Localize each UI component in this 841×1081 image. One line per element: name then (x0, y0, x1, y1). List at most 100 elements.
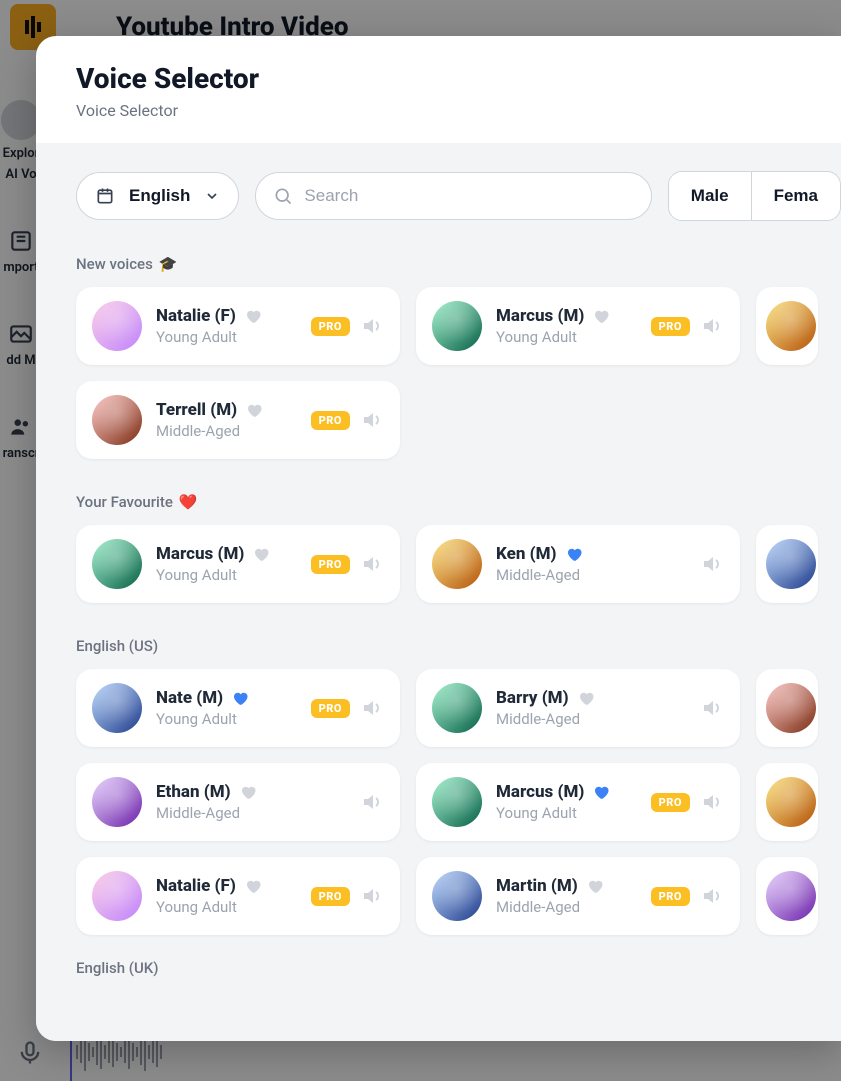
avatar (92, 777, 142, 827)
avatar (432, 301, 482, 351)
avatar (432, 539, 482, 589)
speaker-icon[interactable] (700, 696, 724, 720)
voice-age: Young Adult (496, 328, 637, 346)
language-dropdown[interactable]: English (76, 172, 239, 220)
speaker-icon[interactable] (360, 314, 384, 338)
voice-card[interactable]: Marcus (M) Young Adult PRO (76, 525, 400, 603)
avatar (766, 871, 816, 921)
voice-name: Barry (M) (496, 688, 569, 708)
voice-card[interactable]: Barry (M) Middle-Aged (416, 669, 740, 747)
pro-badge: PRO (311, 317, 350, 336)
voice-age: Middle-Aged (156, 804, 346, 822)
voice-card[interactable]: Nate (M) Young Adult PRO (76, 669, 400, 747)
gender-female-button[interactable]: Fema (751, 172, 840, 220)
avatar (432, 871, 482, 921)
pro-badge: PRO (651, 887, 690, 906)
pro-badge: PRO (651, 317, 690, 336)
heart-icon[interactable] (252, 545, 270, 563)
heart-icon[interactable] (239, 783, 257, 801)
voice-name: Marcus (M) (156, 544, 244, 564)
voice-card[interactable]: Martin (M) Middle-Aged PRO (416, 857, 740, 935)
voice-selector-modal: Voice Selector Voice Selector English Ma… (36, 36, 841, 1041)
voice-card[interactable] (756, 763, 818, 841)
voice-card[interactable]: Ken (M) Middle-Aged (416, 525, 740, 603)
modal-subtitle: Voice Selector (76, 101, 801, 120)
section-title-text: English (US) (76, 637, 158, 655)
heart-icon[interactable] (231, 689, 249, 707)
chevron-down-icon (204, 188, 220, 204)
speaker-icon[interactable] (700, 790, 724, 814)
voice-age: Middle-Aged (156, 422, 297, 440)
search-icon (273, 186, 293, 206)
heart-icon[interactable] (244, 307, 262, 325)
speaker-icon[interactable] (700, 884, 724, 908)
language-label: English (129, 186, 190, 206)
speaker-icon[interactable] (360, 884, 384, 908)
pro-badge: PRO (311, 887, 350, 906)
heart-icon[interactable] (577, 689, 595, 707)
speaker-icon[interactable] (360, 696, 384, 720)
voice-name: Martin (M) (496, 876, 578, 896)
voice-name: Natalie (F) (156, 306, 236, 326)
voice-card[interactable]: Marcus (M) Young Adult PRO (416, 287, 740, 365)
avatar (92, 539, 142, 589)
avatar (766, 777, 816, 827)
calendar-icon (95, 186, 115, 206)
pro-badge: PRO (651, 793, 690, 812)
voice-card[interactable]: Natalie (F) Young Adult PRO (76, 857, 400, 935)
voice-age: Middle-Aged (496, 566, 686, 584)
heart-icon[interactable] (245, 401, 263, 419)
avatar (92, 871, 142, 921)
speaker-icon[interactable] (700, 552, 724, 576)
pro-badge: PRO (311, 699, 350, 718)
heart-emoji-icon: ❤️ (179, 493, 198, 511)
voice-card[interactable]: Marcus (M) Young Adult PRO (416, 763, 740, 841)
speaker-icon[interactable] (360, 790, 384, 814)
voice-age: Middle-Aged (496, 898, 637, 916)
section-title-en-uk: English (UK) (76, 959, 841, 977)
section-title-favourite: Your Favourite ❤️ (76, 493, 841, 511)
avatar (92, 395, 142, 445)
voice-name: Marcus (M) (496, 306, 584, 326)
voice-age: Young Adult (156, 710, 297, 728)
heart-icon[interactable] (586, 877, 604, 895)
voice-card[interactable] (756, 669, 818, 747)
graduation-cap-icon: 🎓 (159, 255, 178, 273)
speaker-icon[interactable] (700, 314, 724, 338)
section-title-text: Your Favourite (76, 493, 173, 511)
voice-card[interactable] (756, 857, 818, 935)
voice-name: Marcus (M) (496, 782, 584, 802)
voice-card[interactable]: Ethan (M) Middle-Aged (76, 763, 400, 841)
speaker-icon[interactable] (360, 552, 384, 576)
modal-title: Voice Selector (76, 62, 801, 95)
avatar (432, 777, 482, 827)
avatar (766, 683, 816, 733)
voice-age: Young Adult (496, 804, 637, 822)
voice-name: Ken (M) (496, 544, 557, 564)
speaker-icon[interactable] (360, 408, 384, 432)
voice-card[interactable] (756, 287, 818, 365)
heart-icon[interactable] (565, 545, 583, 563)
avatar (432, 683, 482, 733)
heart-icon[interactable] (244, 877, 262, 895)
gender-toggle: Male Fema (668, 171, 841, 221)
section-title-text: English (UK) (76, 959, 159, 977)
avatar (766, 539, 816, 589)
voice-card[interactable] (756, 525, 818, 603)
voice-name: Ethan (M) (156, 782, 231, 802)
avatar (92, 301, 142, 351)
voice-name: Nate (M) (156, 688, 223, 708)
gender-male-button[interactable]: Male (669, 172, 751, 220)
avatar (766, 301, 816, 351)
voice-age: Young Adult (156, 566, 297, 584)
voice-name: Terrell (M) (156, 400, 237, 420)
voice-card[interactable]: Natalie (F) Young Adult PRO (76, 287, 400, 365)
pro-badge: PRO (311, 555, 350, 574)
avatar (92, 683, 142, 733)
pro-badge: PRO (311, 411, 350, 430)
voice-card[interactable]: Terrell (M) Middle-Aged PRO (76, 381, 400, 459)
heart-icon[interactable] (592, 783, 610, 801)
heart-icon[interactable] (592, 307, 610, 325)
voice-age: Young Adult (156, 328, 297, 346)
search-input[interactable] (255, 172, 651, 220)
